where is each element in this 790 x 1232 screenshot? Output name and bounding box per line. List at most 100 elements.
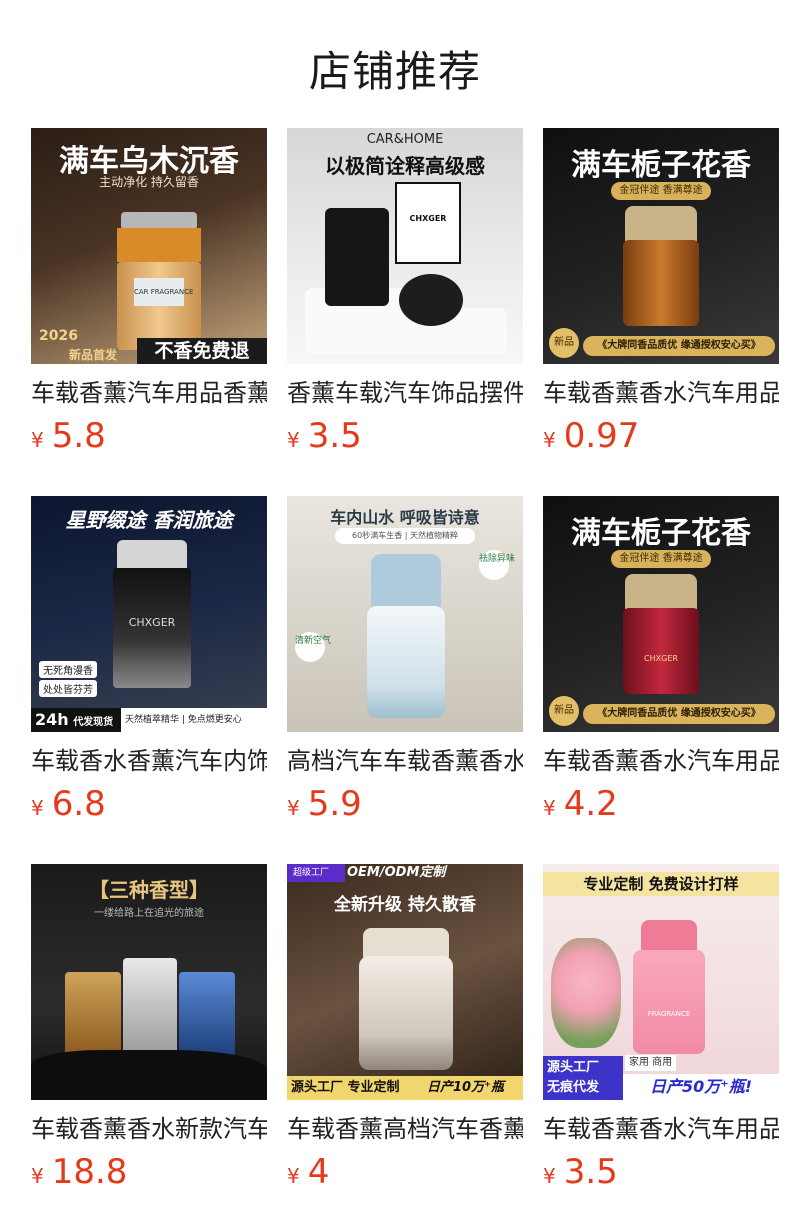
product-image[interactable]: 超级工厂 OEM/ODM定制 全新升级 持久散香 源头工厂 专业定制 日产10万… bbox=[287, 864, 523, 1100]
bottle-graphic bbox=[123, 958, 177, 1056]
product-price: ¥3.5 bbox=[543, 1152, 779, 1192]
product-price: ¥5.8 bbox=[31, 416, 267, 456]
bottle-label: CHXGER bbox=[128, 616, 176, 629]
image-subtitle: 60秒满车生香 | 天然植物精粹 bbox=[335, 528, 475, 544]
cap-graphic bbox=[399, 274, 463, 326]
image-subtitle: 金冠伴途 香满尊途 bbox=[611, 182, 711, 200]
product-image[interactable]: 满车栀子花香 金冠伴途 香满尊途 CHXGER 新品 《大牌同香品质优 缘通授权… bbox=[543, 496, 779, 732]
product-name[interactable]: 车载香水香薰汽车内饰 bbox=[31, 744, 267, 778]
bottle-graphic bbox=[623, 240, 699, 326]
corner-tag: 超级工厂 bbox=[287, 864, 345, 882]
price-value: 6.8 bbox=[51, 784, 106, 824]
box-graphic bbox=[395, 182, 461, 264]
cap-graphic bbox=[371, 554, 441, 610]
product-name[interactable]: 车载香薰高档汽车香薰 bbox=[287, 1112, 523, 1146]
rock-graphic bbox=[31, 1050, 267, 1100]
product-image[interactable]: 车内山水 呼吸皆诗意 60秒满车生香 | 天然植物精粹 祛除异味 清新空气 bbox=[287, 496, 523, 732]
product-name[interactable]: 高档汽车车载香薰香水 bbox=[287, 744, 523, 778]
bottle-graphic bbox=[179, 972, 235, 1056]
product-image[interactable]: 星野缀途 香润旅途 CHXGER 无死角漫香 处处皆芬芳 24h 代发现货 天然… bbox=[31, 496, 267, 732]
banner-left-main: 源头工厂 bbox=[547, 1060, 600, 1075]
product-card[interactable]: 超级工厂 OEM/ODM定制 全新升级 持久散香 源头工厂 专业定制 日产10万… bbox=[287, 864, 523, 1192]
product-card[interactable]: CAR&HOME 以极简诠释高级感 CHXGER 香薰车载汽车饰品摆件 ¥3.5 bbox=[287, 128, 523, 456]
cap-graphic bbox=[625, 206, 697, 242]
box-label: CHXGER bbox=[409, 214, 447, 223]
bottle-graphic bbox=[117, 228, 201, 262]
image-brand: CAR&HOME bbox=[366, 132, 444, 147]
product-price: ¥3.5 bbox=[287, 416, 523, 456]
product-price: ¥4.2 bbox=[543, 784, 779, 824]
currency-symbol: ¥ bbox=[543, 796, 556, 820]
feature-tag: 祛除异味 bbox=[479, 550, 515, 580]
cap-graphic bbox=[363, 928, 449, 958]
product-card[interactable]: 满车栀子花香 金冠伴途 香满尊途 新品 《大牌同香品质优 缘通授权安心买》 车载… bbox=[543, 128, 779, 456]
bottle-graphic bbox=[633, 950, 705, 1054]
product-card[interactable]: 【三种香型】 一缕给路上在追光的旅途 车载香薰香水新款汽车 ¥18.8 bbox=[31, 864, 267, 1192]
price-value: 18.8 bbox=[51, 1152, 128, 1192]
bottle-graphic bbox=[325, 208, 389, 306]
image-headline: 车内山水 呼吸皆诗意 bbox=[330, 508, 480, 527]
bottle-graphic bbox=[117, 262, 201, 350]
banner-left-main: 24h bbox=[35, 710, 69, 729]
product-price: ¥5.9 bbox=[287, 784, 523, 824]
badge-year: 2026 bbox=[39, 328, 78, 344]
price-value: 4 bbox=[307, 1152, 330, 1192]
product-price: ¥4 bbox=[287, 1152, 523, 1192]
currency-symbol: ¥ bbox=[287, 428, 300, 452]
badge-new: 新品 bbox=[549, 328, 579, 358]
price-value: 0.97 bbox=[563, 416, 640, 456]
product-image[interactable]: CAR&HOME 以极简诠释高级感 CHXGER bbox=[287, 128, 523, 364]
price-value: 3.5 bbox=[307, 416, 362, 456]
feature-tag: 处处皆芬芳 bbox=[39, 680, 97, 697]
banner-left: 源头工厂 专业定制 bbox=[291, 1080, 400, 1095]
feature-tag: 无死角漫香 bbox=[39, 661, 97, 678]
oem-tag: OEM/ODM定制 bbox=[347, 865, 446, 880]
banner-right: 日产10万⁺瓶 bbox=[427, 1080, 504, 1095]
price-value: 5.9 bbox=[307, 784, 362, 824]
badge-new: 新品 bbox=[549, 696, 579, 726]
currency-symbol: ¥ bbox=[31, 796, 44, 820]
bottle-label: CAR FRAGRANCE bbox=[134, 278, 193, 306]
product-image[interactable]: 【三种香型】 一缕给路上在追光的旅途 bbox=[31, 864, 267, 1100]
currency-symbol: ¥ bbox=[543, 1164, 556, 1188]
bottle-label: CHXGER bbox=[644, 654, 678, 663]
product-image[interactable]: 满车乌木沉香 主动净化 持久留香 CAR FRAGRANCE 2026 新品首发… bbox=[31, 128, 267, 364]
image-headline: 星野缀途 香润旅途 bbox=[65, 508, 233, 532]
product-name[interactable]: 香薰车载汽车饰品摆件 bbox=[287, 376, 523, 410]
image-subtitle: 金冠伴途 香满尊途 bbox=[611, 550, 711, 568]
image-headline: 满车栀子花香 bbox=[571, 516, 751, 551]
banner-left: 24h 代发现货 bbox=[31, 708, 121, 732]
product-card[interactable]: 满车栀子花香 金冠伴途 香满尊途 CHXGER 新品 《大牌同香品质优 缘通授权… bbox=[543, 496, 779, 824]
product-image[interactable]: 满车栀子花香 金冠伴途 香满尊途 新品 《大牌同香品质优 缘通授权安心买》 bbox=[543, 128, 779, 364]
product-name[interactable]: 车载香薰汽车用品香薰 bbox=[31, 376, 267, 410]
banner-left: 源头工厂 无痕代发 bbox=[543, 1056, 623, 1100]
product-name[interactable]: 车载香薰香水汽车用品 bbox=[543, 744, 779, 778]
image-banner: 不香免费退 bbox=[137, 338, 267, 364]
product-name[interactable]: 车载香薰香水新款汽车 bbox=[31, 1112, 267, 1146]
cap-graphic bbox=[117, 540, 187, 570]
product-price: ¥6.8 bbox=[31, 784, 267, 824]
cap-graphic bbox=[625, 574, 697, 610]
image-headline: 全新升级 持久散香 bbox=[334, 895, 476, 915]
cap-graphic bbox=[641, 920, 697, 952]
image-banner: 《大牌同香品质优 缘通授权安心买》 bbox=[583, 336, 775, 356]
image-subtitle: 一缕给路上在追光的旅途 bbox=[94, 908, 204, 919]
product-price: ¥0.97 bbox=[543, 416, 779, 456]
currency-symbol: ¥ bbox=[287, 796, 300, 820]
image-headline: 专业定制 免费设计打样 bbox=[543, 872, 779, 896]
image-subtitle: 主动净化 持久留香 bbox=[99, 175, 199, 189]
product-name[interactable]: 车载香薰香水汽车用品 bbox=[543, 1112, 779, 1146]
product-card[interactable]: 满车乌木沉香 主动净化 持久留香 CAR FRAGRANCE 2026 新品首发… bbox=[31, 128, 267, 456]
product-image[interactable]: 专业定制 免费设计打样 FRAGRANCE 家用 商用 源头工厂 无痕代发 日产5… bbox=[543, 864, 779, 1100]
currency-symbol: ¥ bbox=[287, 1164, 300, 1188]
product-card[interactable]: 星野缀途 香润旅途 CHXGER 无死角漫香 处处皆芬芳 24h 代发现货 天然… bbox=[31, 496, 267, 824]
product-card[interactable]: 车内山水 呼吸皆诗意 60秒满车生香 | 天然植物精粹 祛除异味 清新空气 高档… bbox=[287, 496, 523, 824]
currency-symbol: ¥ bbox=[543, 428, 556, 452]
image-headline: 【三种香型】 bbox=[89, 878, 209, 902]
product-card[interactable]: 专业定制 免费设计打样 FRAGRANCE 家用 商用 源头工厂 无痕代发 日产5… bbox=[543, 864, 779, 1192]
bottle-graphic bbox=[623, 608, 699, 694]
flower-graphic bbox=[551, 938, 621, 1048]
section-title: 店铺推荐 bbox=[308, 47, 481, 96]
product-name[interactable]: 车载香薰香水汽车用品 bbox=[543, 376, 779, 410]
badge-new: 新品首发 bbox=[69, 348, 118, 362]
